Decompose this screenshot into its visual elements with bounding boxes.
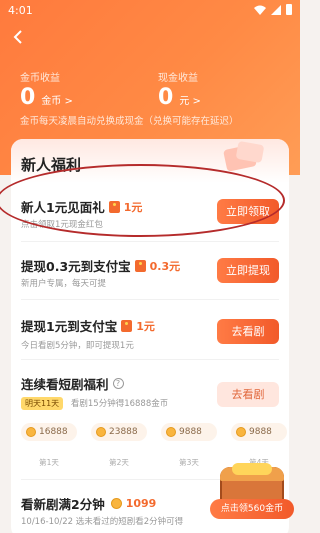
help-icon[interactable]: ? — [112, 378, 124, 389]
cash-earnings-value: 0 — [158, 85, 174, 110]
coin-icon — [26, 427, 36, 437]
coin-icon — [236, 427, 246, 437]
claim-coins-button[interactable]: 点击领560金币 — [210, 499, 294, 519]
task-reward: 0.3元 — [149, 259, 181, 273]
task-reward: 1元 — [136, 319, 155, 333]
chevron-left-icon — [13, 30, 22, 44]
task-title: 提现1元到支付宝 — [21, 319, 118, 334]
watch-drama-button[interactable]: 去看剧 — [217, 319, 279, 344]
status-time: 4:01 — [8, 4, 33, 17]
withdraw-now-button[interactable]: 立即提现 — [217, 258, 279, 283]
signal-icon — [271, 4, 281, 15]
gold-earnings-label: 金币收益 — [20, 73, 60, 84]
task-title: 连续看短剧福利 — [21, 377, 109, 392]
battery-icon — [286, 4, 292, 15]
task-title: 看新剧满2分钟 — [21, 497, 105, 512]
gift-decoration-icon — [223, 141, 264, 172]
coin-icon — [96, 427, 106, 437]
chest-coins-icon — [232, 463, 272, 475]
task-withdraw-1: 提现1元到支付宝 1元 今日看剧5分钟，即可提现1元 去看剧 — [11, 299, 289, 357]
task-subtitle: 看剧15分钟得16888金币 — [70, 399, 169, 409]
coin-pill: 9888 — [231, 423, 287, 441]
cash-earnings-unit: 元 > — [179, 96, 201, 107]
gold-earnings-link[interactable]: 0 金币 > — [20, 85, 73, 110]
watch-drama-button-disabled[interactable]: 去看剧 — [217, 382, 279, 407]
highlight-circle-annotation — [0, 164, 285, 237]
status-bar: 4:01 — [0, 0, 300, 22]
task-subtitle: 新用户专属，每天可提 — [21, 279, 107, 289]
gold-earnings-value: 0 — [20, 85, 36, 110]
system-icons — [254, 4, 292, 15]
task-reward: 1099 — [125, 497, 157, 510]
day-label: 第1天 — [39, 458, 59, 467]
task-subtitle: 今日看剧5分钟，即可提现1元 — [21, 341, 134, 351]
day-label: 第2天 — [109, 458, 129, 467]
back-button[interactable] — [10, 28, 28, 46]
coin-pill: 23888 — [91, 423, 147, 441]
coin-icon — [110, 498, 122, 509]
cash-earnings-label: 现金收益 — [158, 73, 198, 84]
coin-pill: 9888 — [161, 423, 217, 441]
task-title: 提现0.3元到支付宝 — [21, 259, 131, 274]
streak-tag: 明天11天 — [21, 397, 64, 410]
red-packet-icon — [121, 319, 133, 332]
task-subtitle: 10/16-10/22 选未看过的短剧看2分钟可得 — [21, 517, 184, 527]
cash-earnings-link[interactable]: 0 元 > — [158, 85, 201, 110]
day-label: 第3天 — [179, 458, 199, 467]
coin-icon — [166, 427, 176, 437]
task-withdraw-03: 提现0.3元到支付宝 0.3元 新用户专属，每天可提 立即提现 — [11, 241, 289, 299]
red-packet-icon — [134, 259, 146, 272]
exchange-note: 金币每天凌晨自动兑换成现金（兑换可能存在延迟） — [20, 116, 239, 127]
gold-earnings-unit: 金币 > — [41, 96, 73, 107]
wifi-icon — [254, 5, 266, 15]
treasure-chest-floating[interactable]: 点击领560金币 — [210, 463, 294, 529]
coin-pill: 16888 — [21, 423, 77, 441]
